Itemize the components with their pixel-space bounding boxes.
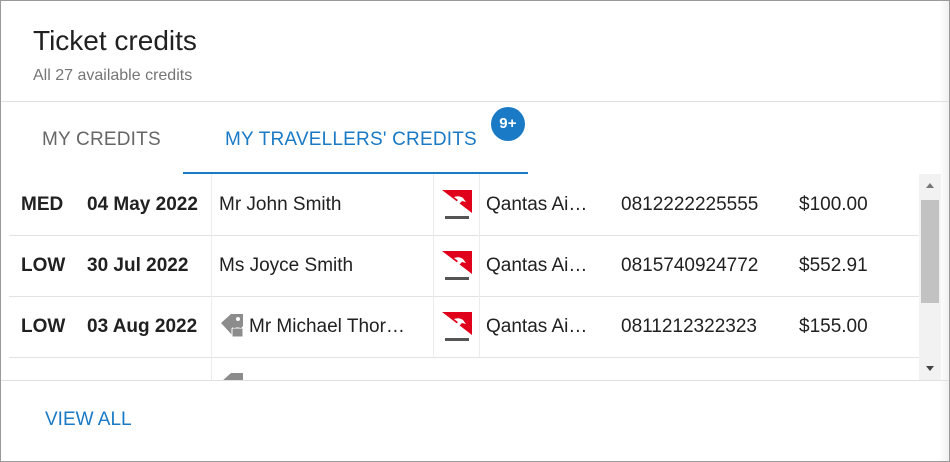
card-title: Ticket credits	[33, 25, 197, 56]
priority-label: LOW	[21, 255, 66, 276]
ticket-number: 0812222225555	[621, 194, 759, 215]
column-divider	[479, 235, 480, 296]
column-divider	[211, 296, 212, 357]
qantas-logo-icon	[442, 251, 472, 280]
ticket-number: 0811212322323	[621, 316, 757, 337]
airline-name: Qantas Ai…	[486, 194, 588, 215]
airline-name: Qantas Ai…	[486, 316, 588, 337]
ticket-number: 0815740924772	[621, 255, 759, 276]
card-footer: VIEW ALL	[1, 380, 949, 461]
ticket-credits-card: Ticket credits All 27 available credits …	[0, 0, 950, 462]
column-divider	[211, 174, 212, 235]
column-divider	[479, 174, 480, 235]
traveller-name: Ms Joyce Smith	[219, 255, 354, 276]
scrollbar-thumb[interactable]	[921, 200, 939, 303]
column-divider	[433, 296, 434, 357]
credit-amount: $100.00	[799, 194, 868, 215]
notification-count-badge: 9+	[491, 107, 525, 141]
locked-tag-icon	[223, 373, 243, 380]
tab-my-credits[interactable]: MY CREDITS	[23, 102, 183, 174]
list-scrollbar[interactable]	[919, 174, 941, 380]
column-divider	[433, 235, 434, 296]
expiry-date: 04 May 2022	[87, 194, 198, 215]
scroll-down-arrow-icon[interactable]	[919, 358, 941, 380]
qantas-logo-icon	[442, 190, 472, 219]
card-header: Ticket credits All 27 available credits	[1, 1, 949, 102]
credits-tabs: MY CREDITS MY TRAVELLERS' CREDITS 9+	[1, 102, 949, 174]
tab-label: MY TRAVELLERS' CREDITS	[225, 129, 477, 150]
scroll-up-arrow-icon[interactable]	[919, 174, 941, 196]
priority-label: MED	[21, 194, 64, 215]
card-subtitle: All 27 available credits	[33, 67, 193, 84]
credit-row[interactable]: LOW 03 Aug 2022 Mr Michael Thor… Qantas …	[9, 296, 919, 358]
credits-list: MED 04 May 2022 Mr John Smith Qantas Ai……	[9, 174, 919, 380]
credit-row[interactable]: MED 04 May 2022 Mr John Smith Qantas Ai……	[9, 174, 919, 236]
column-divider	[433, 174, 434, 235]
expiry-date: 30 Jul 2022	[87, 255, 189, 276]
credit-amount: $155.00	[799, 316, 868, 337]
tab-my-travellers-credits[interactable]: MY TRAVELLERS' CREDITS 9+	[183, 102, 528, 174]
traveller-name: Mr Michael Thor…	[249, 316, 405, 337]
airline-name: Qantas Ai…	[486, 255, 588, 276]
qantas-logo-icon	[442, 312, 472, 341]
traveller-name: Mr John Smith	[219, 194, 342, 215]
view-all-button[interactable]: VIEW ALL	[45, 409, 132, 431]
locked-tag-icon	[221, 314, 244, 338]
column-divider	[211, 235, 212, 296]
priority-label: LOW	[21, 316, 66, 337]
column-divider	[211, 357, 212, 380]
credit-row-partial[interactable]	[9, 357, 919, 380]
credit-row[interactable]: LOW 30 Jul 2022 Ms Joyce Smith Qantas Ai…	[9, 235, 919, 297]
expiry-date: 03 Aug 2022	[87, 316, 198, 337]
credit-amount: $552.91	[799, 255, 868, 276]
tab-label: MY CREDITS	[42, 129, 161, 150]
column-divider	[479, 296, 480, 357]
